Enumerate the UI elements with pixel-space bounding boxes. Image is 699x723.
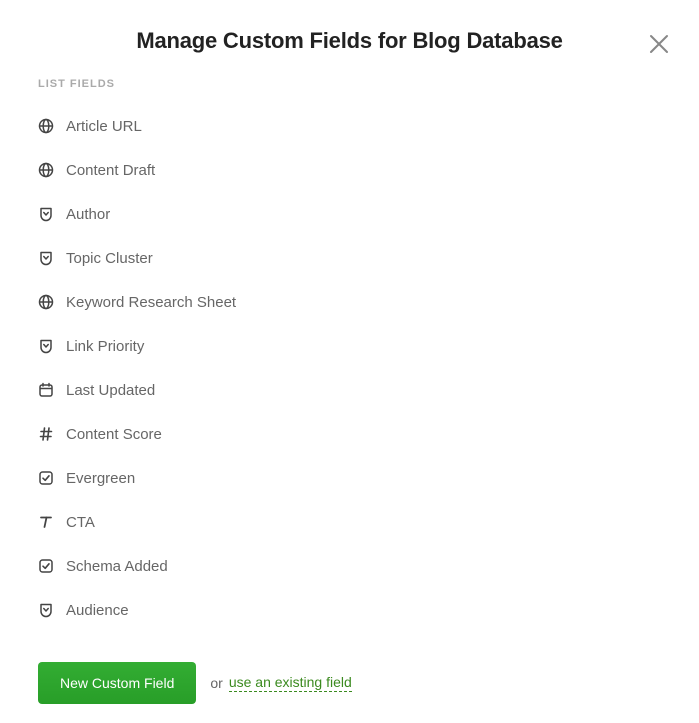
new-custom-field-button[interactable]: New Custom Field: [38, 662, 196, 704]
field-label: Content Draft: [66, 162, 155, 179]
field-row[interactable]: Keyword Research Sheet: [38, 280, 661, 324]
globe-icon: [38, 294, 54, 310]
checkbox-icon: [38, 470, 54, 486]
field-label: Link Priority: [66, 338, 144, 355]
field-row[interactable]: CTA: [38, 500, 661, 544]
field-row[interactable]: Evergreen: [38, 456, 661, 500]
globe-icon: [38, 118, 54, 134]
field-label: Schema Added: [66, 558, 168, 575]
field-label: Keyword Research Sheet: [66, 294, 236, 311]
globe-icon: [38, 162, 54, 178]
field-row[interactable]: Last Updated: [38, 368, 661, 412]
field-label: CTA: [66, 514, 95, 531]
section-label-list-fields: LIST FIELDS: [0, 72, 699, 104]
field-label: Article URL: [66, 118, 142, 135]
field-row[interactable]: Schema Added: [38, 544, 661, 588]
hash-icon: [38, 426, 54, 442]
field-row[interactable]: Article URL: [38, 104, 661, 148]
field-label: Audience: [66, 602, 129, 619]
shield-dropdown-icon: [38, 206, 54, 222]
field-row[interactable]: Content Draft: [38, 148, 661, 192]
text-icon: [38, 514, 54, 530]
field-label: Last Updated: [66, 382, 155, 399]
dialog-title: Manage Custom Fields for Blog Database: [136, 28, 562, 54]
or-label: or: [210, 675, 222, 691]
close-button[interactable]: [647, 32, 671, 56]
field-row[interactable]: Link Priority: [38, 324, 661, 368]
fields-list: Article URL Content Draft Author Topic Clus…: [0, 104, 699, 632]
dialog-footer: New Custom Field or use an existing fiel…: [0, 632, 699, 704]
field-label: Author: [66, 206, 110, 223]
field-row[interactable]: Content Score: [38, 412, 661, 456]
calendar-icon: [38, 382, 54, 398]
field-label: Topic Cluster: [66, 250, 153, 267]
close-icon: [647, 32, 671, 56]
field-label: Content Score: [66, 426, 162, 443]
use-existing-field-link[interactable]: use an existing field: [229, 674, 352, 692]
field-row[interactable]: Topic Cluster: [38, 236, 661, 280]
checkbox-icon: [38, 558, 54, 574]
field-row[interactable]: Author: [38, 192, 661, 236]
shield-dropdown-icon: [38, 250, 54, 266]
shield-dropdown-icon: [38, 338, 54, 354]
shield-dropdown-icon: [38, 602, 54, 618]
dialog-header: Manage Custom Fields for Blog Database: [0, 0, 699, 72]
field-row[interactable]: Audience: [38, 588, 661, 632]
field-label: Evergreen: [66, 470, 135, 487]
